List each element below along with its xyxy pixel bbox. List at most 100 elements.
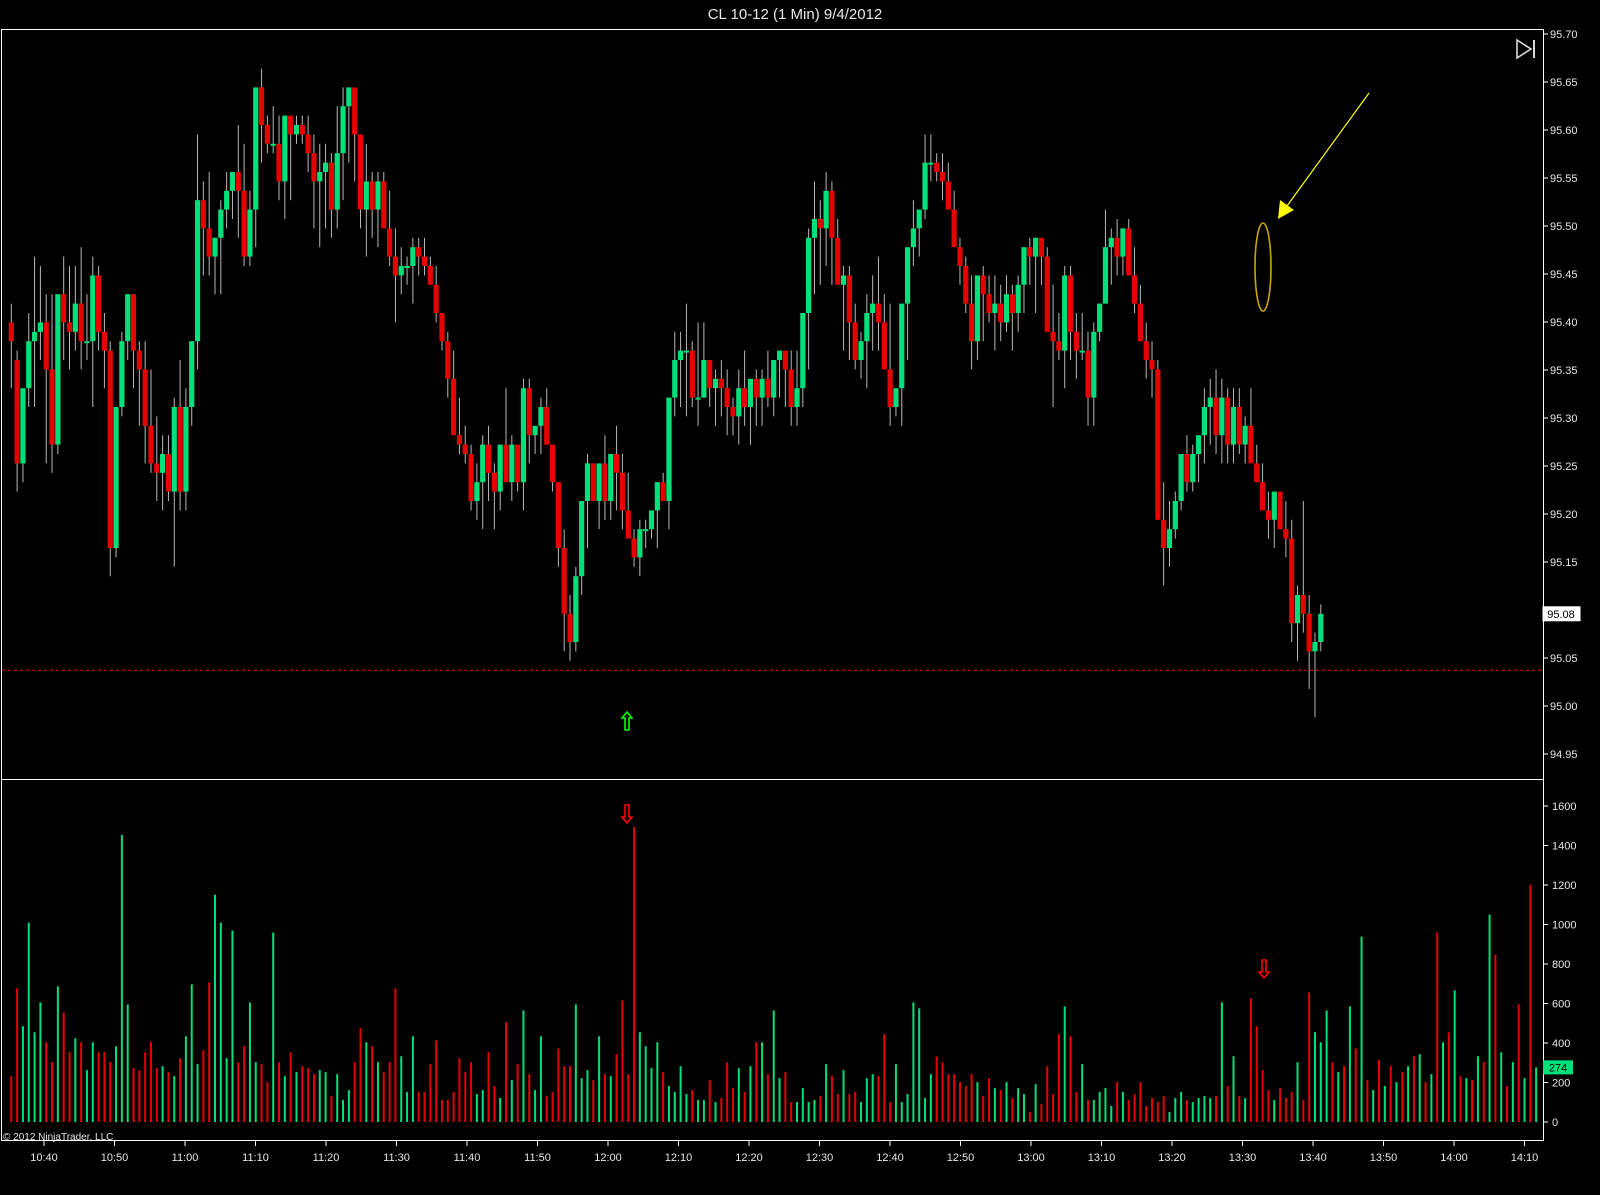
candle-body [788, 369, 794, 407]
candle-body [916, 209, 922, 229]
candle-body [969, 303, 975, 342]
candle-body [852, 322, 858, 360]
candle-body [1190, 454, 1196, 483]
time-axis-label: 13:50 [1370, 1152, 1398, 1164]
price-axis-label: 95.45 [1550, 269, 1578, 281]
volume-axis-label: 200 [1552, 1078, 1570, 1090]
candle-body [235, 172, 241, 191]
candle-body [1126, 228, 1132, 276]
candle-body [1033, 237, 1039, 257]
candle-body [526, 388, 532, 436]
candle-body [130, 294, 137, 351]
candle-body [229, 172, 236, 191]
candle-body [753, 378, 759, 398]
candle-body [579, 501, 585, 577]
candle-body [683, 350, 690, 353]
candle-body [672, 360, 678, 398]
candle-body [439, 313, 445, 342]
price-axis-label: 95.30 [1550, 413, 1578, 425]
candle-body [1289, 538, 1295, 624]
candle-body [276, 143, 282, 182]
candle-body [875, 303, 882, 323]
time-axis-label: 11:20 [313, 1152, 340, 1164]
candle-body [782, 350, 788, 370]
candle-body [1248, 425, 1254, 464]
candle-body [61, 294, 67, 323]
candle-body [1050, 331, 1056, 342]
candle-body [974, 275, 981, 342]
candle-body [1318, 613, 1324, 642]
candle-body [800, 313, 806, 389]
candle-body [43, 322, 49, 370]
candle-body [945, 181, 951, 210]
candle-body [544, 407, 550, 445]
candle-body [72, 303, 78, 332]
candle-body [893, 388, 899, 407]
candle-body [1294, 595, 1301, 624]
signal-down-arrow [1257, 959, 1271, 980]
chart-window: CL 10-12 (1 Min) 9/4/2012 95.70 95.65 95.6… [0, 0, 1600, 1190]
candle-body [148, 425, 154, 464]
candle-body [1201, 407, 1207, 436]
candle-body [625, 510, 631, 539]
candle-body [160, 454, 166, 473]
candle-body [241, 190, 247, 257]
candle-body [299, 125, 305, 135]
candle-body [695, 397, 701, 400]
candle-body [282, 115, 288, 182]
price-axis-label: 95.50 [1550, 221, 1578, 233]
price-axis-label: 95.00 [1550, 701, 1578, 713]
candle-body [590, 463, 596, 501]
candle-body [1044, 256, 1050, 332]
candle-body [136, 350, 142, 370]
volume-axis-label: 800 [1552, 959, 1570, 971]
candle-body [613, 454, 620, 473]
candle-body [258, 87, 265, 125]
candle-body [759, 378, 765, 398]
candle-body [1155, 369, 1161, 520]
candle-body [1172, 501, 1178, 530]
candle-body [14, 360, 20, 464]
candle-body [1195, 435, 1202, 454]
candle-body [939, 172, 946, 182]
candle-body [1312, 642, 1318, 652]
skip-to-end-icon[interactable] [1514, 38, 1536, 60]
candle-body [1097, 303, 1103, 332]
candle-body [934, 162, 940, 172]
candle-body [1003, 294, 1010, 323]
candle-body [998, 303, 1004, 323]
candle-body [1236, 407, 1242, 445]
candle-body [1091, 331, 1097, 398]
candle-body [154, 463, 160, 473]
candle-body [398, 266, 404, 276]
candle-body [497, 444, 503, 492]
candle-body [922, 162, 928, 210]
time-axis-label: 11:10 [242, 1152, 269, 1164]
candle-body [1219, 397, 1225, 436]
candle-body [666, 397, 672, 501]
time-axis-label: 12:10 [665, 1152, 693, 1164]
price-axis-label: 95.60 [1550, 125, 1578, 137]
axes: 95.70 95.65 95.60 95.55 95.50 95.45 95.40 95.35… [30, 29, 1577, 1164]
price-axis-label: 95.15 [1550, 557, 1578, 569]
candle-body [835, 237, 841, 285]
candle-body [328, 162, 334, 210]
candle-body [49, 369, 55, 445]
candle-body [643, 529, 649, 532]
candle-body [183, 407, 189, 492]
time-axis-label: 12:50 [947, 1152, 975, 1164]
candle-body [619, 472, 625, 511]
candle-body [8, 322, 14, 342]
candle-body [1277, 491, 1283, 530]
candle-body [334, 153, 340, 210]
candle-body [1056, 341, 1062, 351]
chart-canvas: CL 10-12 (1 Min) 9/4/2012 95.70 95.65 95.6… [1, 6, 1581, 1164]
candle-body [538, 407, 544, 426]
candle-body [503, 444, 509, 483]
candle-body [986, 294, 992, 313]
candle-body [1271, 491, 1277, 520]
candle-body [712, 378, 719, 389]
volume-axis-label: 0 [1552, 1117, 1558, 1129]
time-axis-label: 10:50 [101, 1152, 129, 1164]
time-axis-label: 13:00 [1017, 1152, 1045, 1164]
